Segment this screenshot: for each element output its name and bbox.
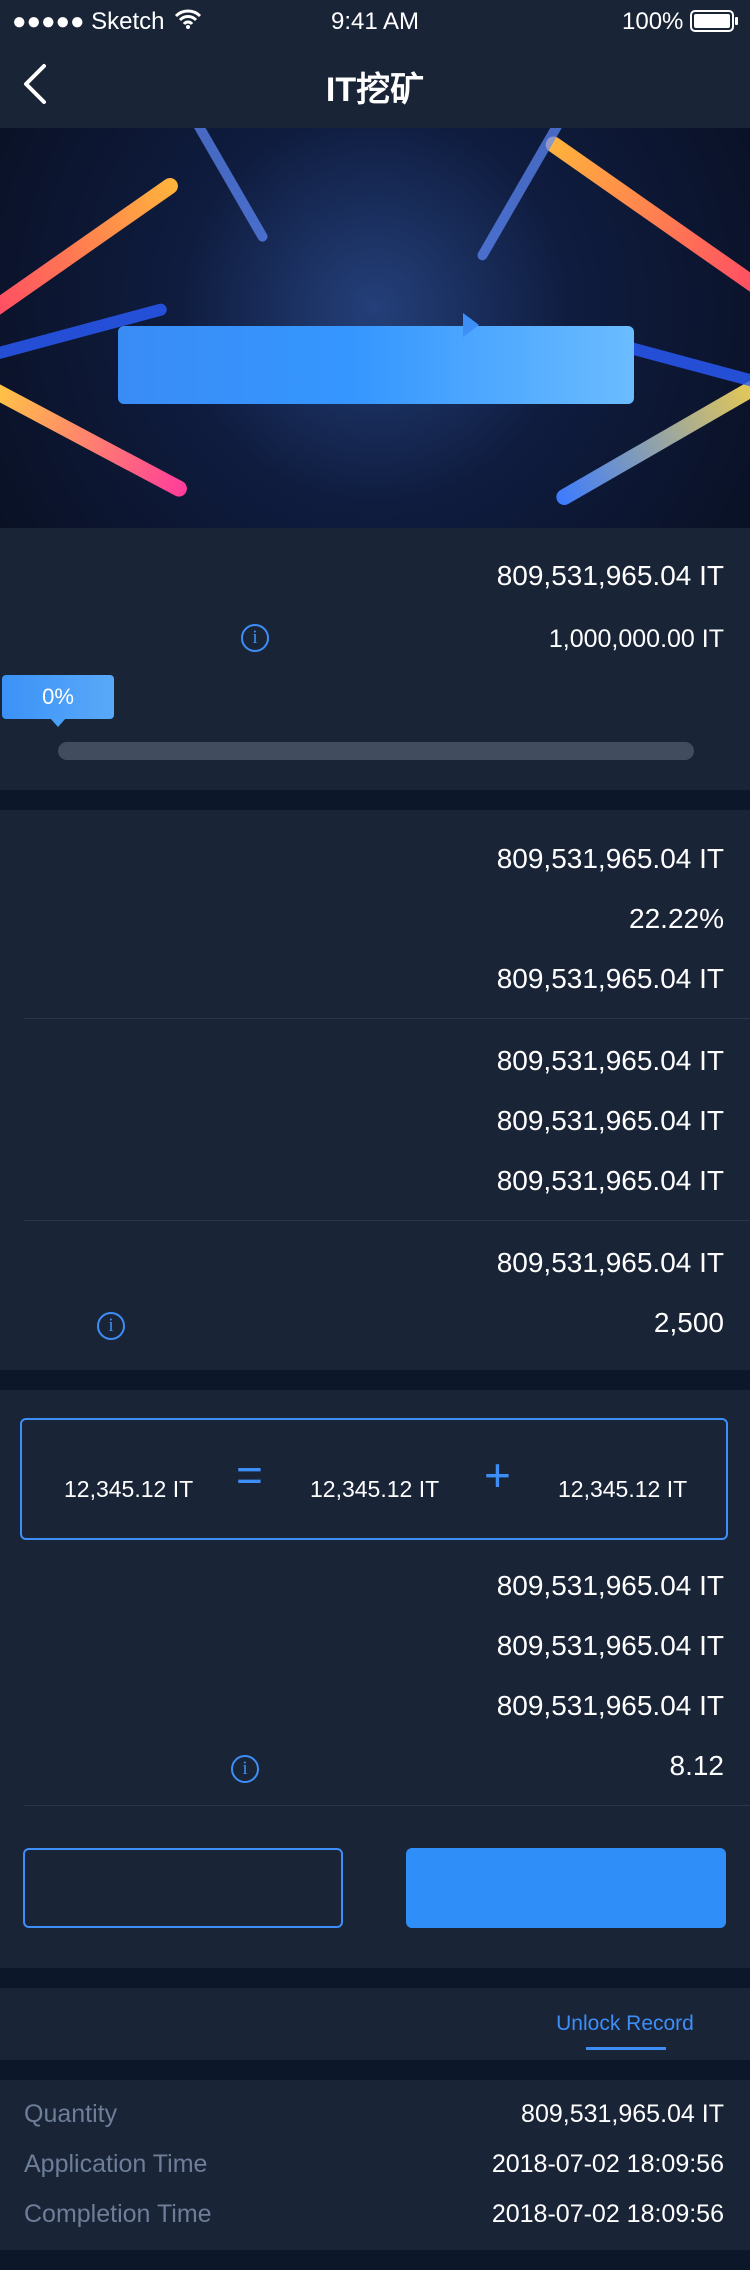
- info-icon[interactable]: i: [231, 1755, 259, 1783]
- primary-button[interactable]: [406, 1848, 726, 1928]
- formula-part-b: 12,345.12 IT: [558, 1476, 688, 1502]
- progress-percent-badge: 0%: [2, 675, 114, 727]
- status-bar: ●●●●● Sketch 9:41 AM 100%: [0, 0, 750, 42]
- stat-value: 809,531,965.04 IT: [496, 1045, 724, 1076]
- equals-sign: =: [236, 1449, 263, 1501]
- stat-count: 2,500: [653, 1307, 724, 1338]
- stat-value: 809,531,965.04 IT: [496, 1690, 724, 1721]
- total-amount: 1,000,000.00 IT: [548, 625, 724, 653]
- tab-unlock-record[interactable]: Unlock Record: [540, 2012, 710, 2036]
- stats-section: [0, 810, 750, 1370]
- nav-bar: IT挖矿: [0, 42, 750, 128]
- stat-value: 809,531,965.04 IT: [496, 963, 724, 994]
- divider: [24, 1805, 750, 1806]
- quantity-value: 809,531,965.04 IT: [521, 2100, 724, 2128]
- stat-value: 809,531,965.04 IT: [496, 843, 724, 874]
- formula-box: 12,345.12 IT = 12,345.12 IT + 12,345.12 …: [20, 1418, 728, 1540]
- stat-value: 809,531,965.04 IT: [496, 1570, 724, 1601]
- progress-bar: [58, 742, 694, 760]
- stat-percent: 22.22%: [629, 903, 724, 934]
- completion-time-value: 2018-07-02 18:09:56: [491, 2200, 724, 2228]
- quantity-label: Quantity: [24, 2100, 118, 2128]
- info-icon[interactable]: i: [241, 624, 269, 652]
- stat-value: 809,531,965.04 IT: [496, 1165, 724, 1196]
- stat-value: 809,531,965.04 IT: [496, 1105, 724, 1136]
- tab-active-indicator: [586, 2047, 666, 2050]
- light-beam: [542, 133, 750, 319]
- battery-icon: [690, 10, 740, 37]
- application-time-value: 2018-07-02 18:09:56: [491, 2150, 724, 2178]
- hero-banner: [0, 128, 750, 528]
- divider: [24, 1018, 750, 1019]
- banner-action-button[interactable]: [118, 326, 634, 404]
- page-title: IT挖矿: [325, 71, 425, 109]
- stat-value: 809,531,965.04 IT: [496, 1247, 724, 1278]
- battery-percent: 100%: [622, 8, 684, 35]
- divider: [24, 1220, 750, 1221]
- info-icon[interactable]: i: [97, 1312, 125, 1340]
- formula-part-a: 12,345.12 IT: [310, 1476, 440, 1502]
- play-icon[interactable]: [463, 313, 479, 337]
- mining-page: ●●●●● Sketch 9:41 AM 100% IT挖矿 809,531,9…: [0, 0, 750, 2270]
- light-beam: [170, 128, 270, 244]
- application-time-label: Application Time: [24, 2150, 208, 2178]
- rate-value: 8.12: [669, 1750, 725, 1781]
- completion-time-label: Completion Time: [24, 2200, 212, 2228]
- formula-total: 12,345.12 IT: [64, 1476, 194, 1502]
- plus-sign: +: [484, 1449, 511, 1501]
- stat-value: 809,531,965.04 IT: [496, 1630, 724, 1661]
- secondary-button[interactable]: [23, 1848, 343, 1928]
- mined-amount: 809,531,965.04 IT: [496, 560, 724, 591]
